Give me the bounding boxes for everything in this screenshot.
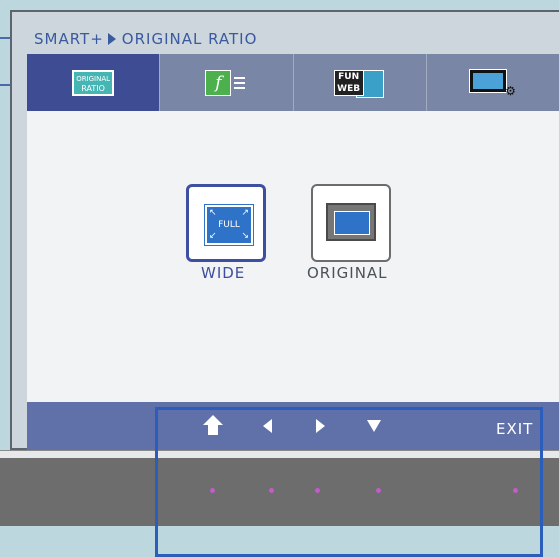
fun-web-icon: FUN WEB [333,68,386,98]
breadcrumb-current: ORIGINAL RATIO [121,30,258,48]
full-screen-icon: FULL ↖ ↗ ↙ ↘ [204,204,254,246]
tab-f-engine[interactable]: f [160,54,294,111]
option-wide-label: WIDE [201,264,246,282]
callout-line [0,37,10,39]
breadcrumb: SMART+ ORIGINAL RATIO [34,30,257,50]
tab-original-ratio[interactable]: ORIGINAL RATIO [27,54,161,111]
movie-mode-icon: ⚙ [468,68,516,98]
tab-fun-web[interactable]: FUN WEB [293,54,427,111]
fun-web-icon-text: FUN WEB [333,69,364,96]
callout-highlight-box [155,407,543,557]
f-engine-icon-text: f [205,69,232,96]
osd-panel [27,54,559,450]
original-screen-icon [326,203,376,241]
f-engine-icon: f [205,69,247,96]
breadcrumb-arrow-icon [107,33,116,45]
option-original-button[interactable] [311,184,391,262]
option-original-label: ORIGINAL [307,264,388,282]
tab-movie-mode[interactable]: ⚙ [426,54,559,111]
icon-text-top: ORIGINAL [76,74,111,83]
full-badge: FULL [218,220,240,230]
breadcrumb-parent: SMART+ [34,30,104,48]
original-ratio-icon: ORIGINAL RATIO [72,69,115,96]
icon-text-bottom: RATIO [81,83,105,93]
movie-camera-icon: ⚙ [505,83,516,98]
callout-line [0,84,10,86]
tab-bar: ORIGINAL RATIO f FUN WEB ⚙ [27,54,559,111]
option-wide-button[interactable]: FULL ↖ ↗ ↙ ↘ [186,184,266,262]
